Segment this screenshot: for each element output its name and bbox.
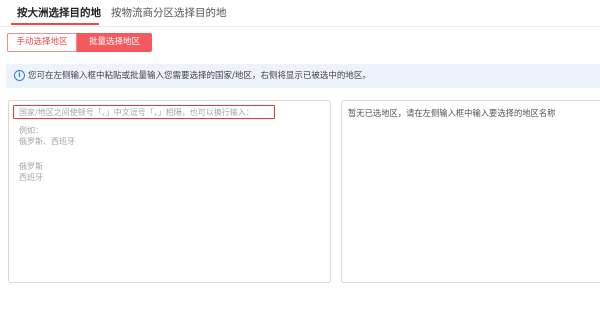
tab-by-continent[interactable]: 按大洲选择目的地 [17,6,101,20]
input-placeholder-instruction: 国家/地区之间使顿号「、」中文逗号「，」相隔，也可以换行输入： [19,108,254,117]
batch-select-button[interactable]: 批量选择地区 [77,33,152,52]
region-input-textarea[interactable]: 国家/地区之间使顿号「、」中文逗号「，」相隔，也可以换行输入： 例如： 俄罗斯、… [10,102,329,281]
input-placeholder-example-line-a: 俄罗斯 [19,162,43,171]
active-tab-indicator [11,23,99,25]
info-icon: i [14,70,25,81]
info-notice: i 您可在左侧输入框中粘贴或批量输入您需要选择的国家/地区，右侧将显示已被选中的… [6,64,600,88]
region-input-panel: 国家/地区之间使顿号「、」中文逗号「，」相隔，也可以换行输入： 例如： 俄罗斯、… [8,100,331,283]
selected-regions-panel: 暂无已选地区，请在左侧输入框中输入要选择的地区名称 [341,100,600,283]
notice-text: 您可在左侧输入框中粘贴或批量输入您需要选择的国家/地区，右侧将显示已被选中的地区… [28,71,371,81]
tab-by-logistics-zone[interactable]: 按物流商分区选择目的地 [111,6,227,20]
input-placeholder-example-line-b: 西班牙 [19,173,43,182]
input-placeholder-example-label: 例如： [19,126,43,135]
destination-tabs: 按大洲选择目的地 按物流商分区选择目的地 [0,0,600,27]
empty-selection-text: 暂无已选地区，请在左侧输入框中输入要选择的地区名称 [348,108,556,118]
manual-select-button[interactable]: 手动选择地区 [7,33,77,52]
input-placeholder-example-inline: 俄罗斯、西班牙 [19,137,75,146]
